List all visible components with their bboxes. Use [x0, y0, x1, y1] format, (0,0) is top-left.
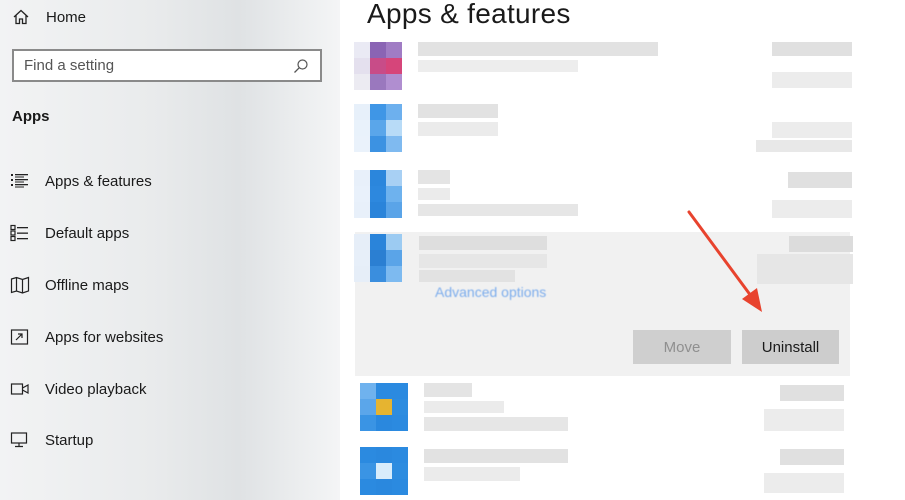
section-title: Apps: [12, 108, 50, 125]
apps-websites-icon: [10, 328, 34, 346]
selected-app-panel: Advanced options Move Uninstall: [354, 232, 853, 376]
home-label: Home: [46, 8, 87, 26]
blurred-app-date: [764, 409, 844, 431]
sidebar-item-label: Apps for websites: [45, 328, 164, 346]
uninstall-button[interactable]: Uninstall: [742, 330, 839, 364]
sidebar-item-video-playback[interactable]: Video playback: [10, 376, 330, 402]
sidebar-item-label: Video playback: [45, 380, 147, 398]
offline-maps-icon: [10, 276, 34, 294]
app-icon: [354, 104, 402, 152]
app-list-item[interactable]: [354, 42, 854, 92]
app-list-item[interactable]: [360, 447, 860, 497]
blurred-app-size: [780, 449, 844, 465]
blurred-app-version: [419, 270, 515, 282]
blurred-app-size: [789, 236, 853, 252]
blurred-app-name: [424, 449, 568, 463]
blurred-app-publisher: [418, 122, 498, 136]
app-icon: [354, 170, 402, 218]
search-input[interactable]: [24, 57, 292, 74]
blurred-app-size: [780, 385, 844, 401]
blurred-app-publisher: [424, 401, 504, 413]
app-icon: [360, 447, 408, 495]
sidebar-item-home[interactable]: Home: [12, 6, 86, 28]
blurred-app-publisher: [419, 254, 547, 268]
blurred-app-publisher: [418, 188, 450, 200]
blurred-app-date: [757, 254, 853, 284]
move-button[interactable]: Move: [633, 330, 731, 364]
page-title: Apps & features: [367, 0, 571, 29]
blurred-app-version: [424, 417, 568, 431]
blurred-app-name: [418, 170, 450, 184]
app-list-item[interactable]: [354, 104, 854, 154]
main-panel: Apps & features Advanced options Move Un…: [340, 0, 905, 500]
blurred-app-name: [419, 236, 547, 250]
apps-features-icon: [10, 172, 34, 190]
sidebar-item-apps-features[interactable]: Apps & features: [10, 168, 330, 194]
blurred-app-date: [772, 200, 852, 218]
advanced-options-link[interactable]: Advanced options: [435, 284, 546, 300]
sidebar-item-label: Default apps: [45, 224, 130, 242]
sidebar-item-offline-maps[interactable]: Offline maps: [10, 272, 330, 298]
app-list-item[interactable]: [354, 170, 854, 220]
blurred-app-date: [756, 140, 852, 152]
home-icon: [12, 8, 34, 26]
blurred-app-name: [418, 104, 498, 118]
default-apps-icon: [10, 224, 34, 242]
blurred-app-size: [772, 42, 852, 56]
app-icon: [354, 234, 402, 282]
video-playback-icon: [10, 380, 34, 398]
blurred-app-publisher: [418, 60, 578, 72]
blurred-app-name: [418, 42, 658, 56]
sidebar-item-label: Apps & features: [45, 172, 152, 190]
blurred-app-date: [764, 473, 844, 493]
sidebar: Home Apps Apps & features Default apps O…: [0, 0, 340, 500]
sidebar-item-apps-websites[interactable]: Apps for websites: [10, 324, 330, 350]
app-icon: [360, 383, 408, 431]
app-icon: [354, 42, 402, 90]
search-icon[interactable]: [292, 57, 310, 75]
blurred-app-size: [788, 172, 852, 188]
blurred-app-size: [772, 122, 852, 138]
app-list-item[interactable]: [360, 383, 860, 433]
startup-icon: [10, 431, 34, 449]
blurred-app-date: [772, 72, 852, 88]
sidebar-item-label: Startup: [45, 431, 94, 449]
sidebar-item-default-apps[interactable]: Default apps: [10, 220, 330, 246]
sidebar-item-label: Offline maps: [45, 276, 129, 294]
blurred-app-publisher: [424, 467, 520, 481]
blurred-app-version: [418, 204, 578, 216]
blurred-app-name: [424, 383, 472, 397]
sidebar-item-startup[interactable]: Startup: [10, 427, 330, 453]
search-box[interactable]: [12, 49, 322, 82]
